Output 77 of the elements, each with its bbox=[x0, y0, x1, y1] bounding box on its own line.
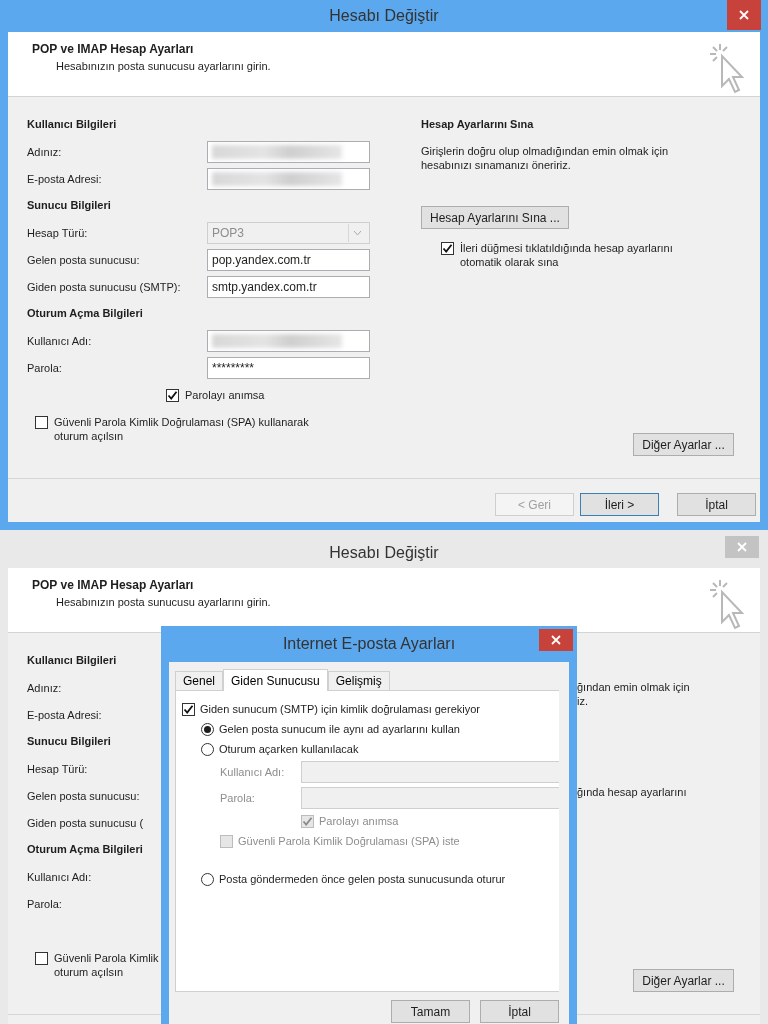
tab[interactable]: Gelişmiş bbox=[327, 671, 390, 690]
field-label: Giden posta sunucusu (SMTP): bbox=[27, 280, 181, 293]
checkbox-label: Güvenli Parola Kimlik Doğrulaması (SPA) kullanarak oturum açılsın bbox=[54, 415, 309, 443]
close-button[interactable] bbox=[539, 629, 573, 651]
field-label: Gelen posta sunucusu: bbox=[27, 789, 140, 802]
checkbox-label: Giden sunucum (SMTP) için kimlik doğrulaması gerekiyor bbox=[200, 702, 480, 716]
checkbox-label: Güvenli Parola Kimlik oturum açılsın bbox=[54, 951, 159, 979]
more-settings-button[interactable]: Diğer Ayarlar ... bbox=[633, 969, 734, 992]
checkbox[interactable] bbox=[35, 952, 48, 965]
page-title: POP ve IMAP Hesap Ayarları bbox=[32, 42, 195, 56]
section-heading: Sunucu Bilgileri bbox=[27, 198, 111, 213]
checkmark-icon bbox=[442, 243, 453, 254]
page-title: POP ve IMAP Hesap Ayarları bbox=[32, 578, 195, 592]
section-heading: Kullanıcı Bilgileri bbox=[27, 653, 117, 668]
dialog-button[interactable]: İptal bbox=[480, 1000, 559, 1023]
text-field[interactable] bbox=[207, 140, 370, 163]
footer-button[interactable]: İptal bbox=[677, 493, 756, 516]
tab[interactable]: Giden Sunucusu bbox=[223, 669, 328, 691]
checkbox-label: Güvenli Parola Kimlik Doğrulaması (SPA) iste bbox=[238, 834, 460, 848]
radio-label: Posta göndermeden önce gelen posta sunucusunda oturur bbox=[219, 872, 506, 886]
checkmark-icon bbox=[183, 704, 194, 715]
close-icon bbox=[739, 10, 749, 20]
page-subtitle: Hesabınızın posta sunucusu ayarlarını girin. bbox=[55, 596, 271, 608]
close-icon bbox=[737, 542, 747, 552]
field-label: Adınız: bbox=[27, 145, 62, 158]
field-label: Kullanıcı Adı: bbox=[220, 765, 286, 779]
field-label: Hesap Türü: bbox=[27, 762, 88, 775]
window-title: Hesabı Değiştir bbox=[329, 7, 439, 25]
radio-label: Oturum açarken kullanılacak bbox=[219, 742, 359, 756]
partial-text: ğında hesap ayarlarını bbox=[577, 785, 688, 799]
field-label: Kullanıcı Adı: bbox=[27, 870, 92, 883]
radio-button[interactable] bbox=[201, 742, 214, 756]
page-subtitle: Hesabınızın posta sunucusu ayarlarını girin. bbox=[55, 60, 271, 72]
section-heading: Sunucu Bilgileri bbox=[27, 734, 111, 749]
checkbox-label: İleri düğmesi tıklatıldığında hesap ayarlarını otomatik olarak sına bbox=[460, 241, 673, 269]
text-field[interactable]: pop.yandex.com.tr bbox=[207, 248, 370, 271]
field-label: E-posta Adresi: bbox=[27, 172, 102, 185]
close-button[interactable] bbox=[727, 0, 761, 30]
field-label: Parola: bbox=[27, 897, 62, 910]
text-field[interactable] bbox=[207, 167, 370, 190]
text-field[interactable]: ********* bbox=[207, 356, 370, 379]
field-label: Hesap Türü: bbox=[27, 226, 88, 239]
checkbox[interactable] bbox=[182, 703, 195, 716]
section-heading: Oturum Açma Bilgileri bbox=[27, 842, 143, 857]
partial-text: ğından emin olmak için iz. bbox=[577, 680, 691, 708]
field-label: Parola: bbox=[27, 361, 62, 374]
section-heading: Hesap Ayarlarını Sına bbox=[421, 117, 534, 132]
checkmark-icon bbox=[302, 816, 313, 827]
checkbox[interactable] bbox=[166, 388, 179, 402]
footer-button[interactable]: İleri > bbox=[580, 493, 659, 516]
radio-button[interactable] bbox=[201, 872, 214, 886]
section-heading: Oturum Açma Bilgileri bbox=[27, 306, 143, 321]
checkbox[interactable] bbox=[35, 416, 48, 429]
radio-button[interactable] bbox=[201, 722, 214, 736]
more-settings-button[interactable]: Diğer Ayarlar ... bbox=[633, 433, 734, 456]
dialog-button[interactable]: Tamam bbox=[391, 1000, 470, 1023]
text-field[interactable]: smtp.yandex.com.tr bbox=[207, 275, 370, 298]
field-label: Gelen posta sunucusu: bbox=[27, 253, 140, 266]
field-label: Giden posta sunucusu ( bbox=[27, 816, 144, 829]
radio-label: Gelen posta sunucum ile aynı ad ayarlarını kullan bbox=[219, 722, 460, 736]
tab[interactable]: Genel bbox=[175, 671, 224, 690]
field-label: Kullanıcı Adı: bbox=[27, 334, 92, 347]
close-icon bbox=[551, 635, 561, 645]
checkmark-icon bbox=[167, 389, 178, 401]
field-label: E-posta Adresi: bbox=[27, 708, 102, 721]
dialog-title: Internet E-posta Ayarları bbox=[282, 635, 456, 653]
checkbox-label: Parolayı anımsa bbox=[319, 814, 399, 828]
checkbox[interactable] bbox=[441, 242, 454, 255]
section-heading: Kullanıcı Bilgileri bbox=[27, 117, 117, 132]
chevron-down-icon bbox=[352, 229, 362, 236]
text-field[interactable] bbox=[207, 329, 370, 352]
field-label: Parola: bbox=[220, 791, 256, 805]
window-title: Hesabı Değiştir bbox=[329, 544, 439, 563]
checkbox-label: Parolayı anımsa bbox=[185, 387, 265, 402]
field-label: Adınız: bbox=[27, 681, 62, 694]
test-settings-button[interactable]: Hesap Ayarlarını Sına ... bbox=[421, 206, 569, 229]
hint-text: Girişlerin doğru olup olmadığından emin olmak için hesabınızı sınamanızı öneririz. bbox=[421, 144, 669, 172]
